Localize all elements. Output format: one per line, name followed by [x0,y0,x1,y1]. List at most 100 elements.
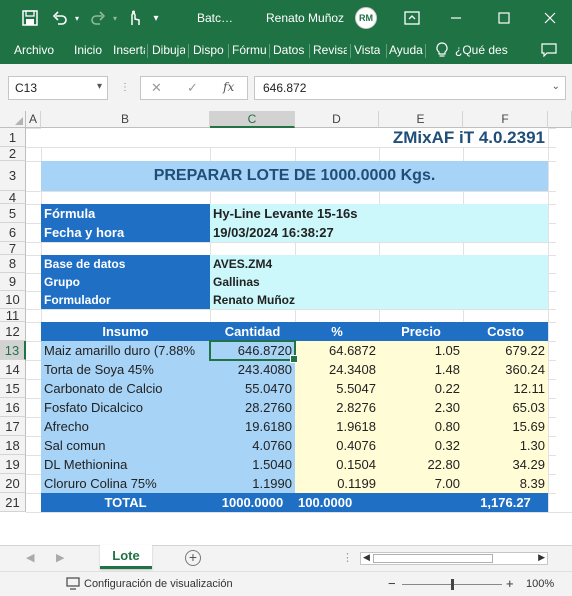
total-cantidad[interactable]: 1000.0000 [210,493,295,512]
drag-handle-icon[interactable]: ⋮ [120,82,130,93]
costo-cell[interactable]: 679.22 [463,341,548,360]
total-costo[interactable]: 1,176.27 [463,493,548,512]
insumo-cell[interactable]: Maiz amarillo duro (7.88% [41,341,210,360]
column-header-b[interactable]: B [41,111,210,128]
row-header-2[interactable]: 2 [0,147,26,161]
insumo-cell[interactable]: Carbonato de Calcio [41,379,210,398]
insumo-cell[interactable]: Fosfato Dicalcico [41,398,210,417]
vertical-scroll-gutter[interactable] [556,128,572,512]
scroll-left-icon[interactable]: ◀ [363,552,370,563]
meta-label[interactable]: Grupo [41,273,210,291]
row-header-18[interactable]: 18 [0,436,26,455]
column-header-d[interactable]: D [295,111,379,128]
costo-cell[interactable]: 12.11 [463,379,548,398]
row-header-1[interactable]: 1 [0,128,26,147]
sheet-next-icon[interactable]: ▶ [56,551,64,564]
meta-value[interactable]: AVES.ZM4 [210,255,548,273]
tab-ayuda[interactable]: Ayuda [389,43,423,57]
cantidad-cell[interactable]: 1.5040 [210,455,295,474]
row-header-10[interactable]: 10 [0,291,26,309]
precio-cell[interactable]: 22.80 [379,455,463,474]
total-pct[interactable]: 100.0000 [295,493,379,512]
cancel-icon[interactable]: ✕ [151,80,162,96]
insert-function-icon[interactable]: fx [223,80,234,94]
sheet-prev-icon[interactable]: ◀ [26,551,34,564]
pct-cell[interactable]: 0.1199 [295,474,379,493]
meta-label[interactable]: Base de datos [41,255,210,273]
row-header-3[interactable]: 3 [0,161,26,191]
pct-cell[interactable]: 0.4076 [295,436,379,455]
cantidad-cell[interactable]: 19.6180 [210,417,295,436]
display-settings-label[interactable]: Configuración de visualización [84,578,233,590]
sheet-tab-lote[interactable]: Lote [100,545,152,569]
precio-cell[interactable]: 1.48 [379,360,463,379]
tell-me-search[interactable]: ¿Qué des [455,43,508,57]
row-header-12[interactable]: 12 [0,322,26,341]
name-box[interactable]: C13 ▾ [8,76,108,100]
zoom-out-button[interactable]: − [388,576,396,591]
cantidad-cell[interactable]: 28.2760 [210,398,295,417]
info-label[interactable]: Fecha y hora [41,223,210,242]
pct-cell[interactable]: 0.1504 [295,455,379,474]
tab-datos[interactable]: Datos [273,43,304,57]
info-label[interactable]: Fórmula [41,204,210,223]
cantidad-cell[interactable]: 646.8720 [210,341,295,360]
tab-inicio[interactable]: Inicio [74,43,102,57]
undo-icon[interactable] [50,8,70,28]
costo-cell[interactable]: 1.30 [463,436,548,455]
pct-cell[interactable]: 64.6872 [295,341,379,360]
row-header-21[interactable]: 21 [0,493,26,512]
enter-icon[interactable]: ✓ [187,80,198,96]
row-header-11[interactable]: 11 [0,309,26,322]
column-header-e[interactable]: E [379,111,463,128]
row-header-16[interactable]: 16 [0,398,26,417]
meta-value[interactable]: Gallinas [210,273,548,291]
column-header-c[interactable]: C [210,111,295,128]
row-header-6[interactable]: 6 [0,223,26,242]
pct-cell[interactable]: 2.8276 [295,398,379,417]
costo-cell[interactable]: 8.39 [463,474,548,493]
select-all-corner[interactable] [0,111,26,128]
costo-cell[interactable]: 15.69 [463,417,548,436]
row-header-17[interactable]: 17 [0,417,26,436]
scroll-right-icon[interactable]: ▶ [538,552,545,563]
cantidad-cell[interactable]: 55.0470 [210,379,295,398]
precio-cell[interactable]: 0.80 [379,417,463,436]
pct-cell[interactable]: 24.3408 [295,360,379,379]
splitter-handle-icon[interactable]: ⋮ [342,551,353,564]
total-precio-empty[interactable] [379,493,463,512]
cantidad-cell[interactable]: 243.4080 [210,360,295,379]
row-header-13[interactable]: 13 [0,341,26,360]
close-icon[interactable] [540,8,560,28]
row-header-7[interactable]: 7 [0,242,26,255]
precio-cell[interactable]: 0.22 [379,379,463,398]
row-header-8[interactable]: 8 [0,255,26,273]
pct-cell[interactable]: 1.9618 [295,417,379,436]
save-icon[interactable] [20,8,40,28]
user-name[interactable]: Renato Muñoz [266,11,344,25]
costo-cell[interactable]: 360.24 [463,360,548,379]
redo-dropdown-icon[interactable]: ▾ [110,8,120,28]
total-label[interactable]: TOTAL [41,493,210,512]
maximize-icon[interactable] [494,8,514,28]
insumo-cell[interactable]: Cloruro Colina 75% [41,474,210,493]
spreadsheet-grid[interactable]: A B C D E F 1 2 3 4 5 6 7 8 9 10 11 12 13 14 15 16 17 18 19 20 21 Z… [0,111,572,545]
column-header-f[interactable]: F [463,111,548,128]
table-header-precio[interactable]: Precio [379,322,463,341]
insumo-cell[interactable]: Afrecho [41,417,210,436]
lightbulb-icon[interactable] [434,40,450,60]
touch-mode-icon[interactable] [124,8,144,28]
table-header-pct[interactable]: % [295,322,379,341]
zoom-level[interactable]: 100% [526,578,554,590]
row-header-4[interactable]: 4 [0,191,26,204]
tab-archivo[interactable]: Archivo [14,43,54,57]
zoom-in-button[interactable]: + [506,576,514,591]
customize-qat-icon[interactable]: ▾ [148,8,164,28]
precio-cell[interactable]: 0.32 [379,436,463,455]
display-settings-icon[interactable] [66,577,80,593]
app-version[interactable]: ZMixAF iT 4.0.2391 [41,128,548,147]
minimize-icon[interactable] [446,8,466,28]
insumo-cell[interactable]: DL Methionina [41,455,210,474]
tab-insertar[interactable]: Inserta [113,43,145,57]
row-header-5[interactable]: 5 [0,204,26,223]
